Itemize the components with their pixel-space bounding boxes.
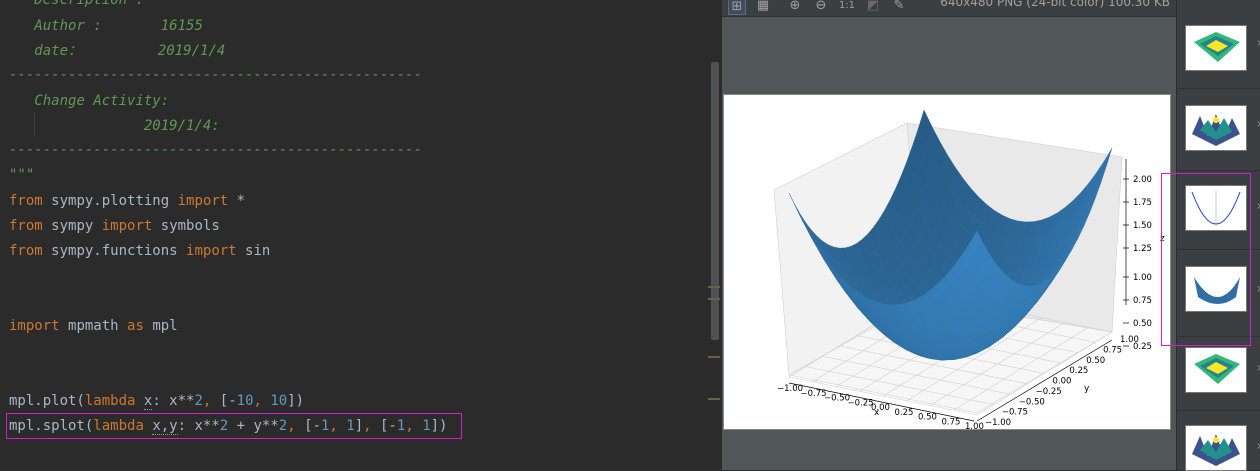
z-tick-label: 1.50 xyxy=(1133,221,1152,231)
background-icon[interactable]: ◩ xyxy=(864,0,882,15)
y-tick-label: −0.50 xyxy=(1019,397,1045,407)
thumb-surface-viridis-2[interactable] xyxy=(1185,347,1247,393)
z-tick-label: 1.75 xyxy=(1133,198,1152,208)
zoom-out-icon[interactable]: ⊖ xyxy=(812,0,830,15)
z-tick-label: 0.25 xyxy=(1133,342,1152,352)
gutter-marker xyxy=(708,298,720,300)
thumb-surface-peaks-image xyxy=(1192,114,1240,146)
docstring-date: date： 2019/1/4 xyxy=(34,43,226,59)
y-tick-label: 0.25 xyxy=(1069,366,1088,376)
x-tick-label: 0.50 xyxy=(918,413,937,423)
x-tick-label: −1.00 xyxy=(777,384,803,394)
docstring-change-date: 2019/1/4: xyxy=(143,118,220,134)
close-icon[interactable]: × xyxy=(1256,38,1260,49)
docstring-description: Description : xyxy=(34,0,144,8)
close-icon[interactable]: × xyxy=(1256,284,1260,295)
x-tick-label: −0.75 xyxy=(801,389,827,399)
docstring-separator-1: ----------------------------------------… xyxy=(9,67,423,83)
import-line-plotting: from sympy.plotting import * xyxy=(9,193,246,209)
plot-image: −1.00 −0.75 −0.50 −0.25 0.00 0.25 0.50 0.75 1.00… xyxy=(723,94,1171,430)
y-tick-label: 0.50 xyxy=(1086,356,1105,366)
color-picker-icon[interactable]: ✎ xyxy=(890,0,908,15)
thumb-row[interactable]: × xyxy=(1177,89,1260,169)
grid-icon[interactable]: ▦ xyxy=(754,0,772,15)
gutter-marker xyxy=(708,286,720,288)
x-tick-label: 1.00 xyxy=(965,422,984,429)
zoom-in-icon[interactable]: ⊕ xyxy=(786,0,804,15)
z-tick-label: 1.25 xyxy=(1133,244,1152,254)
x-axis-label: x xyxy=(874,408,880,418)
code-line-plot: mpl.plot(lambda x: x**2, [-10, 10]) xyxy=(9,393,305,410)
viewer-toolbar: ⊞ ▦ ⊕ ⊖ 1:1 ◩ ✎ 640x480 PNG (24-bit colo… xyxy=(722,0,1176,17)
thumb-surface-peaks[interactable] xyxy=(1185,105,1247,151)
docstring-separator-2: ----------------------------------------… xyxy=(9,142,423,158)
actual-size-icon[interactable]: 1:1 xyxy=(838,0,856,15)
docstring-close: """ xyxy=(9,167,35,183)
code-highlight-box xyxy=(6,413,462,439)
y-tick-label: −0.25 xyxy=(1036,387,1062,397)
gutter-marker xyxy=(708,356,720,358)
y-tick-label: 0.00 xyxy=(1053,377,1072,387)
z-tick-labels: 0.25 0.50 0.75 1.00 1.25 1.50 1.75 2.00 xyxy=(1123,175,1152,352)
thumb-surface-viridis-2-image xyxy=(1194,354,1240,384)
close-icon[interactable]: × xyxy=(1256,363,1260,374)
y-tick-label: −0.75 xyxy=(1002,408,1028,418)
image-canvas[interactable]: −1.00 −0.75 −0.50 −0.25 0.00 0.25 0.50 0.75 1.00… xyxy=(722,17,1176,470)
docstring-author: Author : 16155 xyxy=(34,18,203,34)
close-icon[interactable]: × xyxy=(1256,441,1260,452)
gutter-marker xyxy=(708,398,720,400)
image-info: 640x480 PNG (24-bit color) 100.30 KB xyxy=(940,0,1170,9)
thumb-surface-peaks-2-image xyxy=(1192,434,1240,466)
image-viewer: ⊞ ▦ ⊕ ⊖ 1:1 ◩ ✎ 640x480 PNG (24-bit colo… xyxy=(722,0,1176,470)
x-tick-label: −0.25 xyxy=(848,398,874,408)
surface-plot: −1.00−0.75−0.50−0.250.00 0.25 0.50 0.75 1.00… xyxy=(773,109,1165,429)
z-tick-label: 0.75 xyxy=(1133,296,1152,306)
z-tick-label: 2.00 xyxy=(1133,175,1152,185)
thumb-surface-peaks-2[interactable] xyxy=(1185,425,1247,471)
y-tick-label: 0.75 xyxy=(1103,345,1122,355)
x-tick-label: 0.75 xyxy=(942,417,961,427)
y-axis-label: y xyxy=(1084,384,1090,394)
thumb-row[interactable]: × xyxy=(1177,411,1260,471)
x-tick-label: −0.50 xyxy=(824,394,850,404)
thumb-row[interactable]: × xyxy=(1177,337,1260,409)
thumb-surface-viridis-image xyxy=(1194,32,1240,62)
import-line-functions: from sympy.functions import sin xyxy=(9,243,271,259)
thumb-row[interactable]: × xyxy=(1177,0,1260,88)
close-icon[interactable]: × xyxy=(1256,119,1260,130)
docstring-change-activity: Change Activity: xyxy=(34,93,170,109)
x-tick-label: 0.25 xyxy=(895,408,914,418)
thumb-selection-box xyxy=(1161,173,1251,346)
import-line-sympy: from sympy import symbols xyxy=(9,218,220,234)
z-tick-label: 1.00 xyxy=(1133,273,1152,283)
y-tick-label: −1.00 xyxy=(985,418,1011,428)
import-line-mpmath: import mpmath as mpl xyxy=(9,318,178,334)
code-editor[interactable]: Description : Author : 16155 date： 2019/… xyxy=(0,0,722,470)
close-icon[interactable]: × xyxy=(1256,201,1260,212)
fit-grid-icon[interactable]: ⊞ xyxy=(728,0,746,15)
thumb-surface-viridis[interactable] xyxy=(1185,25,1247,71)
z-tick-label: 0.50 xyxy=(1133,319,1152,329)
